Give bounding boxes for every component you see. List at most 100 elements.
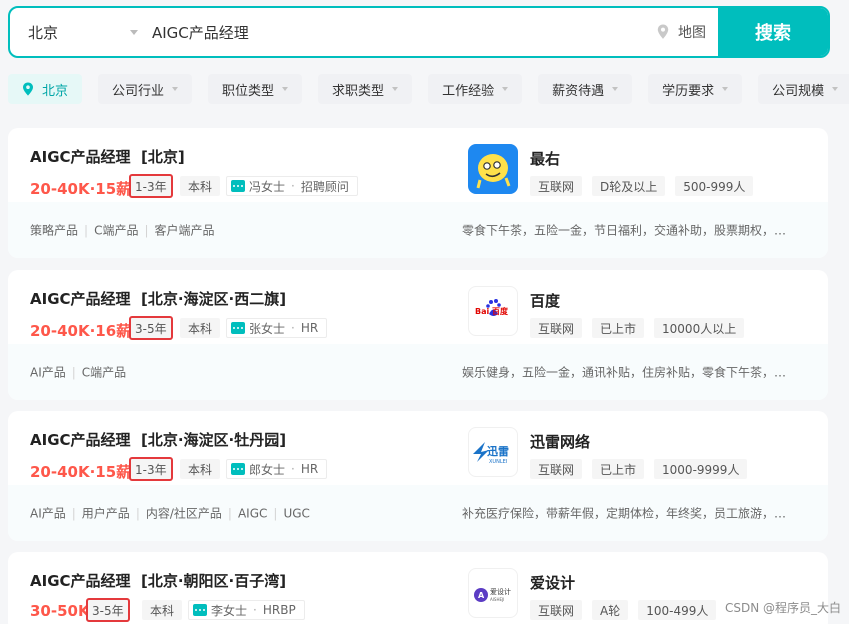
recruiter-role: HR bbox=[300, 321, 319, 335]
filter-company-size[interactable]: 公司规模 bbox=[758, 74, 849, 104]
search-input[interactable] bbox=[152, 8, 622, 56]
chat-icon bbox=[231, 322, 245, 334]
company-logo-baidu[interactable]: Bai 百度 bbox=[468, 286, 518, 336]
company-name[interactable]: 百度 bbox=[530, 290, 560, 311]
card-footer: AI产品用户产品内容/社区产品AIGCUGC 补充医疗保险，带薪年假，定期体检，… bbox=[8, 485, 828, 541]
recruiter-role: HR bbox=[300, 462, 319, 476]
chat-icon bbox=[193, 604, 207, 616]
welfare-text: 娱乐健身，五险一金，通讯补贴，住房补贴，零食下午茶，… bbox=[462, 365, 787, 380]
recruiter-role: 招聘顾问 bbox=[300, 179, 349, 194]
watermark: CSDN @程序员_大白 bbox=[724, 601, 841, 615]
salary: 20-40K·15薪 bbox=[30, 463, 132, 481]
recruiter-role: HRBP bbox=[262, 603, 296, 617]
xunlei-logo-text: 迅雷 bbox=[487, 445, 509, 458]
search-bar: 北京 地图 搜索 bbox=[8, 6, 830, 58]
skill-tag: AI产品 bbox=[30, 506, 66, 521]
chevron-down-icon bbox=[832, 87, 839, 91]
filter-label: 北京 bbox=[42, 83, 69, 99]
degree-tag: 本科 bbox=[180, 459, 221, 479]
skill-tag: C端产品 bbox=[66, 364, 126, 381]
company-logo-zuiyou[interactable] bbox=[468, 144, 518, 194]
chevron-down-icon bbox=[612, 87, 619, 91]
skill-tag: UGC bbox=[267, 506, 309, 520]
map-button-label: 地图 bbox=[678, 25, 706, 41]
filter-label: 公司规模 bbox=[772, 83, 825, 99]
card-footer: AI产品C端产品 娱乐健身，五险一金，通讯补贴，住房补贴，零食下午茶，… bbox=[8, 344, 828, 400]
company-name[interactable]: 迅雷网络 bbox=[530, 431, 590, 452]
skill-tag: C端产品 bbox=[78, 222, 138, 239]
recruiter-info[interactable]: 张女士 · HR bbox=[226, 318, 328, 338]
company-tag: A轮 bbox=[592, 600, 629, 620]
welfare-text: 零食下午茶，五险一金，节日福利，交通补助，股票期权，… bbox=[462, 223, 787, 238]
search-button[interactable]: 搜索 bbox=[718, 8, 828, 56]
svg-text:A: A bbox=[478, 591, 485, 600]
job-title[interactable]: AIGC产品经理 [北京·海淀区·西二旗] bbox=[30, 288, 286, 309]
degree-tag: 本科 bbox=[180, 176, 221, 196]
skill-tags: AI产品用户产品内容/社区产品AIGCUGC bbox=[30, 505, 310, 522]
filter-city[interactable]: 北京 bbox=[8, 74, 83, 104]
filter-label: 学历要求 bbox=[662, 83, 715, 99]
filter-label: 职位类型 bbox=[222, 83, 275, 99]
company-tags: 互联网 已上市 1000-9999人 bbox=[530, 459, 748, 479]
job-card[interactable]: AIGC产品经理 [北京·海淀区·西二旗] 20-40K·16薪 3-5年 本科… bbox=[8, 270, 828, 400]
map-button[interactable]: 地图 bbox=[654, 8, 724, 56]
chevron-down-icon bbox=[172, 87, 179, 91]
company-tag: 互联网 bbox=[530, 459, 583, 479]
baidu-logo-text: Bai 百度 bbox=[475, 306, 509, 316]
job-card[interactable]: AIGC产品经理 [北京] 20-40K·15薪 1-3年 本科 冯女士 · 招… bbox=[8, 128, 828, 258]
filter-degree[interactable]: 学历要求 bbox=[648, 74, 743, 104]
salary: 20-40K·15薪 bbox=[30, 180, 132, 198]
filter-industry[interactable]: 公司行业 bbox=[98, 74, 193, 104]
city-select[interactable]: 北京 bbox=[28, 8, 138, 56]
filter-label: 薪资待遇 bbox=[552, 83, 605, 99]
recruiter-name: 张女士 bbox=[249, 321, 286, 336]
aisheji-logo-icon: A 爱设计 AISHEJI bbox=[474, 587, 511, 602]
chevron-down-icon bbox=[722, 87, 729, 91]
job-card[interactable]: AIGC产品经理 [北京·朝阳区·百子湾] 30-50K 3-5年 本科 李女士… bbox=[8, 552, 828, 624]
recruiter-info[interactable]: 郎女士 · HR bbox=[226, 459, 328, 479]
company-name[interactable]: 最右 bbox=[530, 148, 560, 169]
recruiter-info[interactable]: 李女士 · HRBP bbox=[188, 600, 305, 620]
company-tag: D轮及以上 bbox=[592, 176, 666, 196]
filter-bar: 北京 公司行业 职位类型 求职类型 工作经验 薪资待遇 学历要求 公司规模 bbox=[8, 74, 849, 106]
chevron-down-icon bbox=[392, 87, 399, 91]
company-tag: 已上市 bbox=[592, 318, 645, 338]
company-tag: 互联网 bbox=[530, 600, 583, 620]
location-icon bbox=[23, 82, 33, 96]
company-tags: 互联网 已上市 10000人以上 bbox=[530, 318, 745, 338]
filter-experience[interactable]: 工作经验 bbox=[428, 74, 523, 104]
experience-tag: 3-5年 bbox=[86, 598, 130, 622]
company-tag: 10000人以上 bbox=[654, 318, 745, 338]
recruiter-name: 李女士 bbox=[211, 603, 248, 618]
filter-seek-type[interactable]: 求职类型 bbox=[318, 74, 413, 104]
degree-tag: 本科 bbox=[180, 318, 221, 338]
baidu-logo-icon: Bai 百度 bbox=[475, 299, 509, 316]
job-title[interactable]: AIGC产品经理 [北京·朝阳区·百子湾] bbox=[30, 570, 286, 591]
job-title[interactable]: AIGC产品经理 [北京] bbox=[30, 146, 185, 167]
company-tag: 互联网 bbox=[530, 318, 583, 338]
company-tag: 100-499人 bbox=[638, 600, 717, 620]
company-tag: 500-999人 bbox=[675, 176, 754, 196]
skill-tag: 用户产品 bbox=[66, 505, 130, 522]
aisheji-logo-text: 爱设计 bbox=[490, 587, 511, 596]
company-tag: 已上市 bbox=[592, 459, 645, 479]
skill-tag: AIGC bbox=[222, 506, 267, 520]
filter-salary[interactable]: 薪资待遇 bbox=[538, 74, 633, 104]
chat-icon bbox=[231, 180, 245, 192]
recruiter-info[interactable]: 冯女士 · 招聘顾问 bbox=[226, 176, 358, 196]
filter-label: 求职类型 bbox=[332, 83, 385, 99]
recruiter-name: 郎女士 bbox=[249, 462, 286, 477]
company-tags: 互联网 D轮及以上 500-999人 bbox=[530, 176, 754, 196]
company-logo-xunlei[interactable]: 迅雷 XUNLEI bbox=[468, 427, 518, 477]
experience-tag: 1-3年 bbox=[129, 457, 173, 481]
chevron-down-icon bbox=[282, 87, 289, 91]
chevron-down-icon bbox=[502, 87, 509, 91]
job-card[interactable]: AIGC产品经理 [北京·海淀区·牡丹园] 20-40K·15薪 1-3年 本科… bbox=[8, 411, 828, 541]
company-logo-aisheji[interactable]: A 爱设计 AISHEJI bbox=[468, 568, 518, 618]
filter-label: 工作经验 bbox=[442, 83, 495, 99]
company-name[interactable]: 爱设计 bbox=[530, 572, 575, 593]
filter-label: 公司行业 bbox=[112, 83, 165, 99]
company-tag: 互联网 bbox=[530, 176, 583, 196]
filter-job-type[interactable]: 职位类型 bbox=[208, 74, 303, 104]
job-title[interactable]: AIGC产品经理 [北京·海淀区·牡丹园] bbox=[30, 429, 286, 450]
